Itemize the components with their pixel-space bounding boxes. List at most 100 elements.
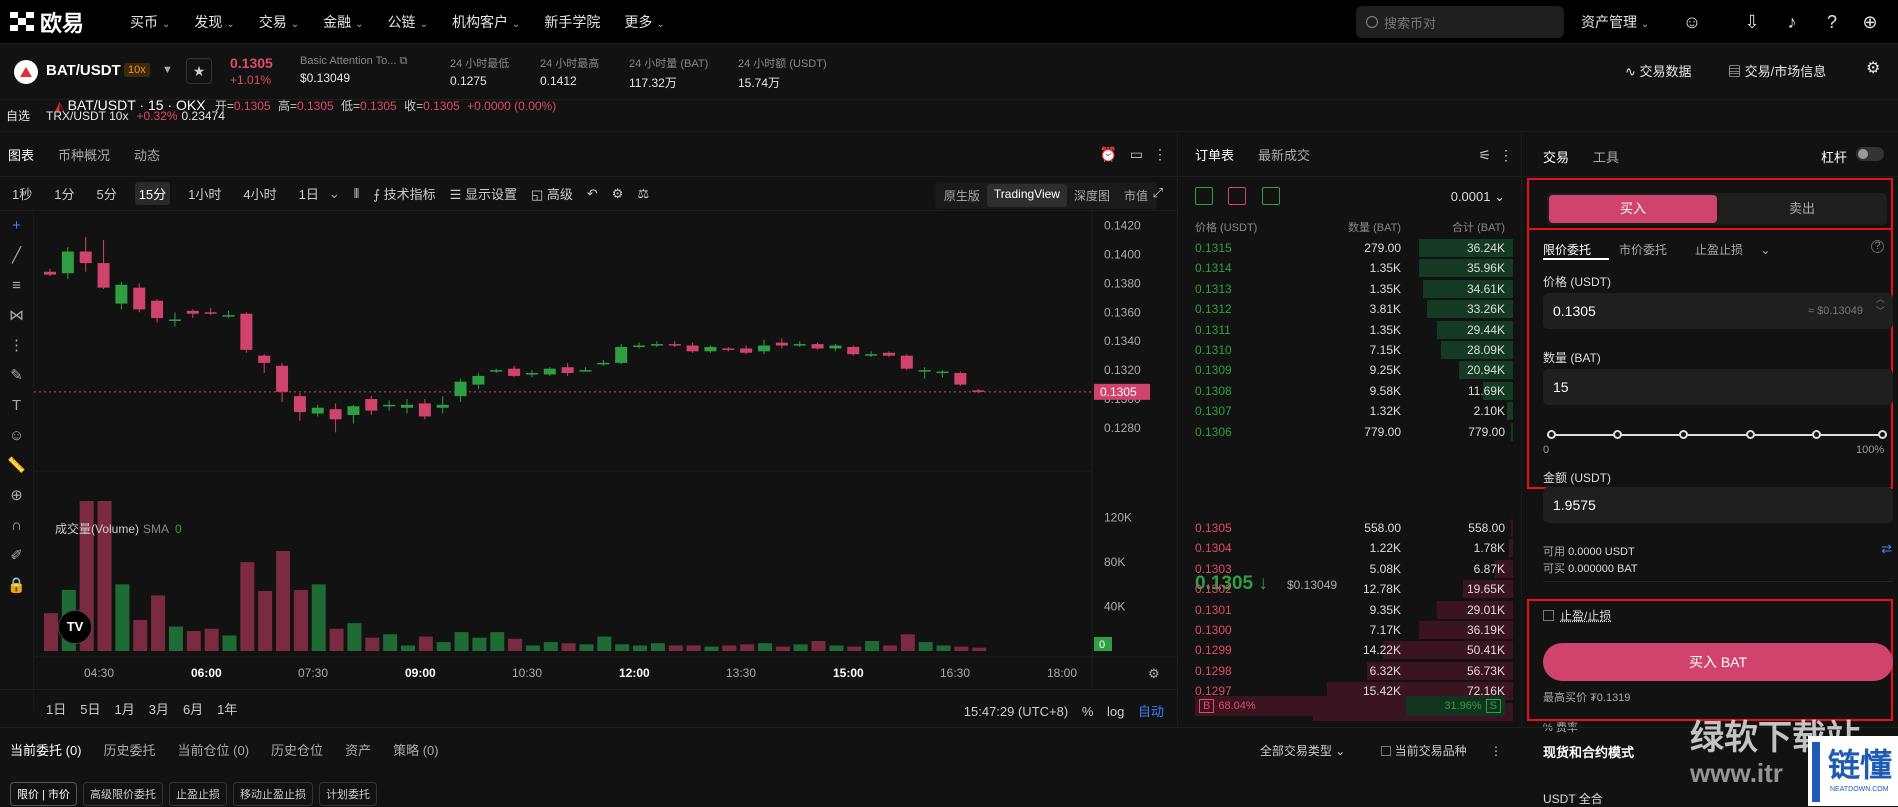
orderbook-row[interactable]: 0.1311 1.35K 29.44K — [1187, 320, 1513, 340]
nav-item-7[interactable]: 更多 ⌄ — [624, 12, 664, 32]
slider-step[interactable] — [1878, 430, 1887, 439]
nav-item-6[interactable]: 新手学院 — [544, 12, 600, 32]
orders-tab-0[interactable]: 当前委托 (0) — [10, 743, 82, 758]
more-vertical-icon[interactable]: ⋮ — [1499, 147, 1513, 164]
zoom-in-icon[interactable]: ⊕ — [0, 481, 33, 511]
orders-tab-2[interactable]: 当前仓位 (0) — [178, 743, 250, 758]
orders-tab-4[interactable]: 资产 — [345, 743, 371, 758]
brush-icon[interactable]: ✎ — [0, 361, 33, 391]
filter-chip-3[interactable]: 移动止盈止损 — [232, 782, 313, 806]
magnet-icon[interactable]: ∩ — [0, 511, 33, 541]
orderbook-tab-0[interactable]: 订单表 — [1195, 145, 1234, 164]
trendline-icon[interactable]: ╱ — [0, 241, 33, 271]
range-1[interactable]: 5日 — [80, 699, 100, 718]
nav-item-1[interactable]: 发现 ⌄ — [194, 12, 234, 32]
lock-draw-icon[interactable]: ✐ — [0, 541, 33, 571]
filter-chip-2[interactable]: 止盈止损 — [168, 782, 227, 806]
tab-tools[interactable]: 工具 — [1593, 147, 1619, 166]
axis-settings-icon[interactable]: ⚙ — [1148, 667, 1160, 682]
orderbook-row[interactable]: 0.1300 7.17K 36.19K — [1187, 620, 1513, 640]
tpsl-checkbox[interactable]: 止盈/止损 — [1543, 607, 1611, 624]
orderbook-row[interactable]: 0.1308 9.58K 11.69K — [1187, 381, 1513, 401]
current-pair-checkbox[interactable]: 当前交易品种 — [1380, 744, 1467, 758]
orderbook-row[interactable]: 0.1309 9.25K 20.94K — [1187, 360, 1513, 380]
filter-chip-1[interactable]: 高级限价委托 — [82, 782, 163, 806]
view-option-3[interactable]: 市值 — [1117, 184, 1155, 207]
slider-step[interactable] — [1679, 430, 1689, 439]
ruler-icon[interactable]: 📏 — [0, 451, 33, 481]
horizontal-lines-icon[interactable]: ≡ — [0, 271, 33, 301]
timeframe-1[interactable]: 1分 — [50, 182, 78, 205]
auto-toggle[interactable]: 自动 — [1138, 704, 1164, 719]
timeframe-0[interactable]: 1秒 — [8, 182, 36, 205]
timeframe-2[interactable]: 5分 — [92, 182, 120, 205]
orderbook-row[interactable]: 0.1303 5.08K 6.87K — [1187, 559, 1513, 579]
tradingview-logo-icon[interactable]: TV — [58, 610, 92, 644]
asset-management-menu[interactable]: 资产管理 ⌄ — [1581, 12, 1649, 32]
favorite-star-icon[interactable]: ★ — [186, 58, 212, 84]
quantity-input[interactable]: 15 — [1543, 369, 1893, 405]
crosshair-icon[interactable]: + — [0, 211, 33, 241]
window-icon[interactable]: ▭ — [1130, 146, 1143, 163]
transfer-icon[interactable]: ⇄ — [1881, 541, 1892, 557]
orders-tab-5[interactable]: 策略 (0) — [393, 743, 439, 758]
trade-data-link[interactable]: ∿ 交易数据 — [1625, 61, 1692, 80]
orderbook-row[interactable]: 0.1313 1.35K 34.61K — [1187, 279, 1513, 299]
orderbook-row[interactable]: 0.1314 1.35K 35.96K — [1187, 258, 1513, 278]
layout-both-icon[interactable] — [1195, 187, 1213, 205]
bell-icon[interactable]: ♪ — [1780, 10, 1804, 34]
slider-step[interactable] — [1811, 430, 1821, 439]
view-option-0[interactable]: 原生版 — [937, 184, 987, 207]
orderbook-row[interactable]: 0.1302 12.78K 19.65K — [1187, 579, 1513, 599]
fullscreen-icon[interactable]: ⤢ — [1153, 185, 1163, 201]
orderbook-row[interactable]: 0.1305 558.00 558.00 — [1187, 518, 1513, 538]
orderbook-row[interactable]: 0.1304 1.22K 1.78K — [1187, 538, 1513, 558]
filter-icon[interactable]: ⚟ — [1478, 147, 1491, 164]
slider-step[interactable] — [1613, 430, 1623, 439]
orders-tab-3[interactable]: 历史仓位 — [271, 743, 323, 758]
globe-icon[interactable]: ⊕ — [1858, 10, 1882, 34]
timeframe-5[interactable]: 4小时 — [239, 182, 280, 205]
orderbook-row[interactable]: 0.1310 7.15K 28.09K — [1187, 340, 1513, 360]
timeframe-4[interactable]: 1小时 — [184, 182, 225, 205]
tab-trade[interactable]: 交易 — [1543, 147, 1569, 166]
chevron-down-icon[interactable]: ▼ — [162, 64, 173, 76]
advanced-button[interactable]: ◱ 高级 — [531, 184, 573, 203]
timeframe-3[interactable]: 15分 — [134, 182, 171, 205]
quantity-slider[interactable] — [1547, 429, 1887, 441]
percent-toggle[interactable]: % — [1082, 704, 1094, 719]
candlestick-chart[interactable]: 0.1420 0.1400 0.1380 0.1360 0.1340 0.1320 0.13… — [34, 211, 1178, 689]
orderbook-row[interactable]: 0.1298 6.32K 56.73K — [1187, 661, 1513, 681]
pattern-icon[interactable]: ⋈ — [0, 301, 33, 331]
filter-chip-0[interactable]: 限价 | 市价 — [10, 782, 77, 806]
range-5[interactable]: 1年 — [217, 699, 237, 718]
chevron-down-icon[interactable]: ⌄ — [329, 186, 340, 202]
help-icon[interactable]: ? — [1820, 10, 1844, 34]
slider-step[interactable] — [1745, 430, 1755, 439]
orderbook-row[interactable]: 0.1312 3.81K 33.26K — [1187, 299, 1513, 319]
slider-step[interactable] — [1547, 430, 1556, 439]
more-vertical-icon[interactable]: ⋮ — [1490, 744, 1502, 758]
search-input[interactable]: 搜索币对 — [1356, 6, 1564, 38]
chart-settings-icon[interactable]: ⚙ — [612, 186, 624, 202]
orderbook-row[interactable]: 0.1315 279.00 36.24K — [1187, 238, 1513, 258]
text-tool-icon[interactable]: T — [0, 391, 33, 421]
leverage-toggle[interactable] — [1856, 147, 1884, 161]
view-option-1[interactable]: TradingView — [986, 184, 1067, 207]
download-icon[interactable]: ⇩ — [1740, 10, 1764, 34]
emoji-icon[interactable]: ☺ — [0, 421, 33, 451]
buy-bat-button[interactable]: 买入 BAT — [1543, 643, 1893, 681]
user-icon[interactable]: ☺ — [1680, 10, 1704, 34]
undo-icon[interactable]: ↶ — [587, 186, 598, 202]
orderbook-row[interactable]: 0.1307 1.32K 2.10K — [1187, 401, 1513, 421]
orders-tab-1[interactable]: 历史委托 — [104, 743, 156, 758]
range-3[interactable]: 3月 — [149, 699, 169, 718]
chart-tab-0[interactable]: 图表 — [8, 145, 34, 164]
more-vertical-icon[interactable]: ⋮ — [1153, 146, 1167, 163]
fib-icon[interactable]: ⋮ — [0, 331, 33, 361]
range-4[interactable]: 6月 — [183, 699, 203, 718]
range-2[interactable]: 1月 — [114, 699, 134, 718]
precision-select[interactable]: 0.0001 ⌄ — [1451, 189, 1505, 205]
candle-type-icon[interactable]: ⫴ — [354, 186, 359, 202]
all-trade-types-select[interactable]: 全部交易类型 ⌄ — [1260, 744, 1345, 758]
